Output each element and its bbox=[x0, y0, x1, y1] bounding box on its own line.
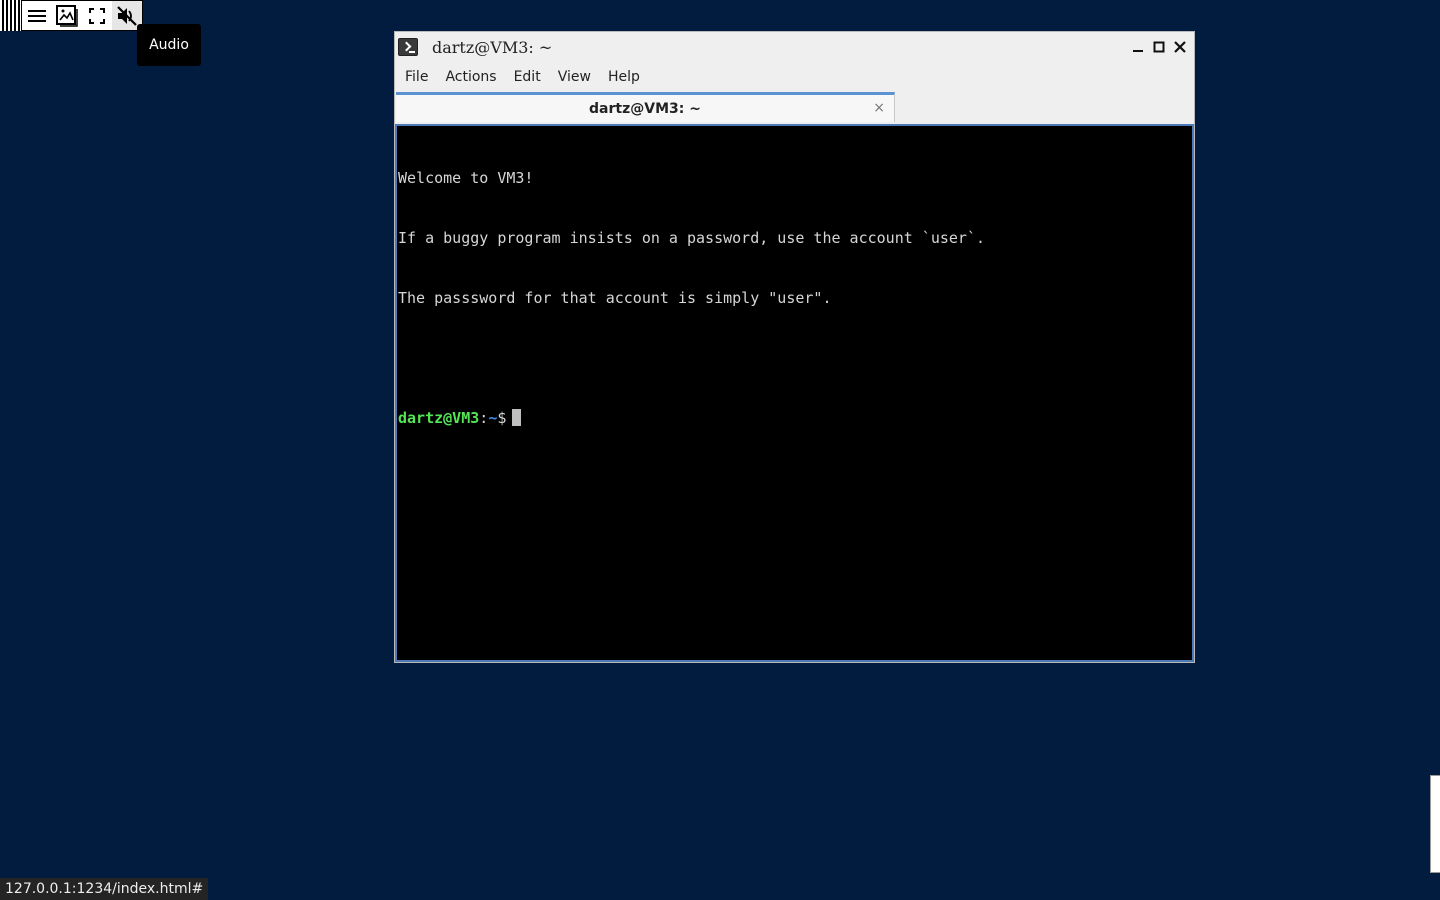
menu-edit[interactable]: Edit bbox=[507, 65, 548, 89]
terminal-cursor bbox=[512, 409, 522, 426]
menu-help[interactable]: Help bbox=[601, 65, 647, 89]
terminal-line: If a buggy program insists on a password… bbox=[398, 229, 985, 247]
control-bar-buttons bbox=[22, 0, 143, 31]
tab-close-icon[interactable]: × bbox=[873, 101, 885, 115]
control-bar-handle[interactable] bbox=[0, 0, 22, 31]
minimize-button[interactable] bbox=[1127, 38, 1148, 56]
window-controls bbox=[1127, 38, 1190, 56]
maximize-button[interactable] bbox=[1148, 38, 1169, 56]
maximize-icon bbox=[1153, 41, 1164, 53]
browser-status-url: 127.0.0.1:1234/index.html# bbox=[0, 878, 209, 900]
menu-icon bbox=[28, 9, 46, 22]
tab-bar: dartz@VM3: ~ × bbox=[395, 92, 1194, 124]
fullscreen-button[interactable] bbox=[82, 1, 112, 30]
menu-view[interactable]: View bbox=[551, 65, 598, 89]
terminal-window: dartz@VM3: ~ File Actions Edit View Help… bbox=[394, 31, 1195, 663]
prompt-path: ~ bbox=[488, 409, 498, 427]
prompt-symbol: $ bbox=[497, 409, 507, 427]
menu-actions[interactable]: Actions bbox=[438, 65, 503, 89]
close-button[interactable] bbox=[1169, 38, 1190, 56]
desktop: Audio dartz@VM3: ~ File Actions Edit Vie… bbox=[0, 0, 1440, 900]
clipboard-image-button[interactable] bbox=[52, 1, 82, 30]
menu-bar: File Actions Edit View Help bbox=[395, 62, 1194, 92]
menu-file[interactable]: File bbox=[398, 65, 435, 89]
prompt-user: dartz@VM3 bbox=[398, 409, 480, 427]
tab-label: dartz@VM3: ~ bbox=[589, 100, 701, 117]
vnc-control-bar bbox=[0, 0, 143, 31]
terminal-line: The passsword for that account is simply… bbox=[398, 289, 832, 307]
audio-muted-icon bbox=[117, 5, 137, 26]
audio-tooltip: Audio bbox=[137, 24, 201, 66]
window-titlebar[interactable]: dartz@VM3: ~ bbox=[395, 32, 1194, 62]
close-icon bbox=[1173, 41, 1186, 53]
terminal-output[interactable]: Welcome to VM3! If a buggy program insis… bbox=[395, 124, 1194, 662]
image-icon bbox=[56, 4, 78, 27]
prompt-colon: : bbox=[479, 409, 489, 427]
terminal-app-icon bbox=[398, 38, 418, 56]
prompt-line: dartz@VM3:~$ bbox=[398, 408, 1192, 428]
menu-button[interactable] bbox=[22, 1, 52, 30]
terminal-tab[interactable]: dartz@VM3: ~ × bbox=[396, 92, 895, 122]
terminal-line: Welcome to VM3! bbox=[398, 169, 534, 187]
minimize-icon bbox=[1132, 50, 1143, 52]
side-panel-edge[interactable] bbox=[1430, 775, 1440, 873]
window-title: dartz@VM3: ~ bbox=[432, 37, 553, 57]
fullscreen-icon bbox=[89, 7, 105, 24]
